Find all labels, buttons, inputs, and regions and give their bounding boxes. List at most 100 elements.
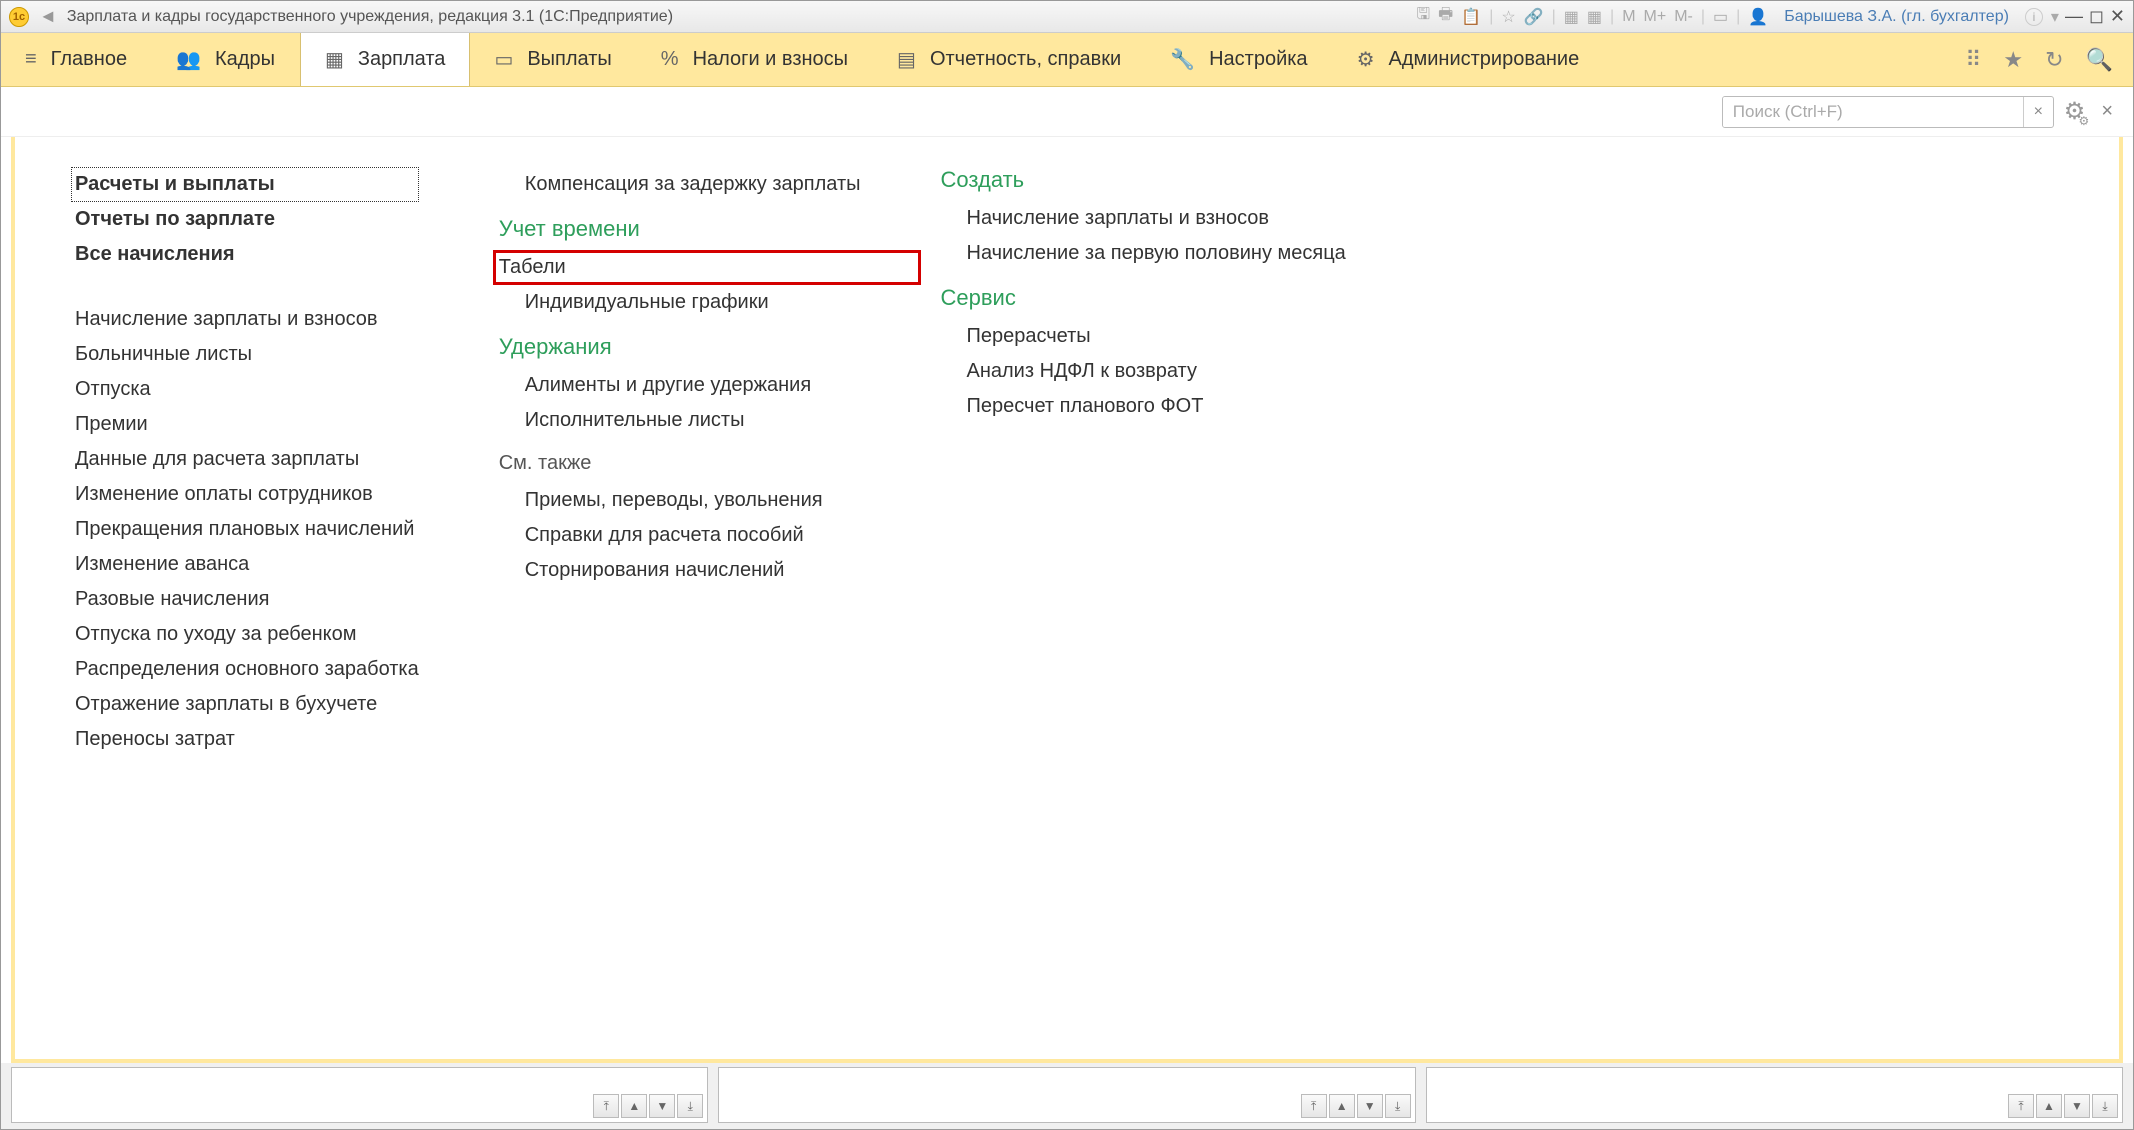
link-raschety[interactable]: Расчеты и выплаты [71,167,419,202]
content-area: Расчеты и выплаты Отчеты по зарплате Все… [11,137,2123,1063]
section-uchet-vremeni: Учет времени [499,202,861,250]
column-3: Создать Начисление зарплаты и взносов На… [941,167,1346,1049]
link-nach-zarplaty[interactable]: Начисление зарплаты и взносов [941,201,1346,236]
link-item[interactable]: Изменение оплаты сотрудников [75,477,419,512]
panel-last-button[interactable]: ⤓ [2092,1094,2118,1118]
percent-icon: % [661,48,679,71]
link-item[interactable]: Отпуска [75,372,419,407]
link-analiz-ndfl[interactable]: Анализ НДФЛ к возврату [941,354,1346,389]
people-icon: 👥 [176,47,201,72]
link-item[interactable]: Отражение зарплаты в бухучете [75,687,419,722]
panel-down-button[interactable]: ▼ [2064,1094,2090,1118]
nav-tab-nastroyka[interactable]: 🔧Настройка [1146,33,1332,86]
section-sozdat: Создать [941,167,1346,201]
settings-icon[interactable]: ⚙ [2064,97,2086,126]
panel-down-button[interactable]: ▼ [1357,1094,1383,1118]
main-nav: ≡Главное 👥 Кадры ▦Зарплата ▭Выплаты % Нало… [1,33,2133,87]
search-icon[interactable]: 🔍 [2086,47,2113,73]
back-icon[interactable]: ◄ [39,6,57,27]
link-item[interactable]: Начисление зарплаты и взносов [75,302,419,337]
nav-tab-vyplaty[interactable]: ▭Выплаты [470,33,636,86]
save-icon[interactable]: 🖫 [1417,3,1431,30]
print-icon[interactable]: 🖶 [1438,3,1453,30]
link-storno[interactable]: Сторнирования начислений [499,553,861,588]
nav-label: Кадры [215,48,275,71]
link-item[interactable]: Отпуска по уходу за ребенком [75,617,419,652]
link-spravki[interactable]: Справки для расчета пособий [499,518,861,553]
panel-first-button[interactable]: ⤒ [1301,1094,1327,1118]
column-1: Расчеты и выплаты Отчеты по зарплате Все… [75,167,419,1049]
calc-mminus-button[interactable]: M- [1674,8,1693,26]
panel-first-button[interactable]: ⤒ [2008,1094,2034,1118]
apps-icon[interactable]: ⠿ [1965,47,1981,73]
nav-tab-main[interactable]: ≡Главное [1,33,152,86]
link-pereraschety[interactable]: Перерасчеты [941,319,1346,354]
search-clear-button[interactable]: × [2023,97,2053,127]
link-kompensaciya[interactable]: Компенсация за задержку зарплаты [499,167,861,202]
link-otchety[interactable]: Отчеты по зарплате [75,202,419,237]
link-nach-pervaya[interactable]: Начисление за первую половину месяца [941,236,1346,271]
bottom-panel: ⤒ ▲ ▼ ⤓ [11,1067,708,1123]
link-alimenty[interactable]: Алименты и другие удержания [499,368,861,403]
dropdown-icon[interactable]: ▾ [2051,7,2059,27]
nav-label: Настройка [1209,48,1307,71]
calc-m-button[interactable]: M [1622,8,1635,26]
calc-mplus-button[interactable]: M+ [1644,8,1667,26]
link-item[interactable]: Разовые начисления [75,582,419,617]
bottom-panel: ⤒ ▲ ▼ ⤓ [1426,1067,2123,1123]
maximize-button[interactable]: ◻ [2089,6,2104,27]
link-icon[interactable]: 🔗 [1524,7,1544,27]
nav-tab-kadry[interactable]: 👥 Кадры [152,33,300,86]
link-vse-nachisleniya[interactable]: Все начисления [75,237,419,272]
link-item[interactable]: Распределения основного заработка [75,652,419,687]
link-item[interactable]: Изменение аванса [75,547,419,582]
link-item[interactable]: Данные для расчета зарплаты [75,442,419,477]
favorite-icon[interactable]: ☆ [1501,7,1515,27]
panel-close-button[interactable]: × [2101,100,2113,123]
app-logo-icon: 1c [9,7,29,27]
copy-icon[interactable]: 📋 [1461,7,1481,27]
table-icon[interactable]: ▦ [1587,7,1602,27]
panel-up-button[interactable]: ▲ [621,1094,647,1118]
link-priemy[interactable]: Приемы, переводы, увольнения [499,483,861,518]
link-item[interactable]: Больничные листы [75,337,419,372]
section-servis: Сервис [941,271,1346,319]
column-2: Компенсация за задержку зарплаты Учет вр… [499,167,861,1049]
close-window-button[interactable]: ✕ [2110,6,2125,27]
nav-tab-zarplata[interactable]: ▦Зарплата [300,33,470,86]
minimize-button[interactable]: — [2065,6,2083,27]
link-pereschet-fot[interactable]: Пересчет планового ФОТ [941,389,1346,424]
subtoolbar: × ⚙ × [1,87,2133,137]
panel-up-button[interactable]: ▲ [1329,1094,1355,1118]
link-tabeli[interactable]: Табели [493,250,921,285]
bottom-panels: ⤒ ▲ ▼ ⤓ ⤒ ▲ ▼ ⤓ ⤒ ▲ ▼ ⤓ [1,1063,2133,1129]
nav-tab-nalogi[interactable]: % Налоги и взносы [637,33,873,86]
section-sm-takzhe: См. также [499,438,861,483]
panel-last-button[interactable]: ⤓ [677,1094,703,1118]
user-name[interactable]: Барышева З.А. (гл. бухгалтер) [1784,8,2009,26]
nav-label: Налоги и взносы [693,48,848,71]
panel-first-button[interactable]: ⤒ [593,1094,619,1118]
link-isp-listy[interactable]: Исполнительные листы [499,403,861,438]
info-icon[interactable]: i [2025,8,2043,26]
window-title: Зарплата и кадры государственного учрежд… [67,8,673,26]
nav-label: Отчетность, справки [930,48,1121,71]
link-item[interactable]: Премии [75,407,419,442]
history-icon[interactable]: ↻ [2045,47,2063,73]
panel-last-button[interactable]: ⤓ [1385,1094,1411,1118]
search-input[interactable] [1723,97,2023,127]
link-ind-grafiki[interactable]: Индивидуальные графики [499,285,861,320]
panel-icon[interactable]: ▭ [1713,7,1728,27]
panel-down-button[interactable]: ▼ [649,1094,675,1118]
star-icon[interactable]: ★ [2003,47,2023,73]
link-item[interactable]: Переносы затрат [75,722,419,757]
wallet-icon: ▭ [494,47,513,72]
nav-tab-admin[interactable]: ⚙Администрирование [1333,33,1605,86]
calendar-icon[interactable]: ▦ [1564,7,1579,27]
titlebar: 1c ◄ Зарплата и кадры государственного у… [1,1,2133,33]
link-item[interactable]: Прекращения плановых начислений [75,512,419,547]
panel-up-button[interactable]: ▲ [2036,1094,2062,1118]
menu-icon: ≡ [25,48,37,71]
search-box: × [1722,96,2054,128]
nav-tab-otchetnost[interactable]: ▤Отчетность, справки [873,33,1146,86]
